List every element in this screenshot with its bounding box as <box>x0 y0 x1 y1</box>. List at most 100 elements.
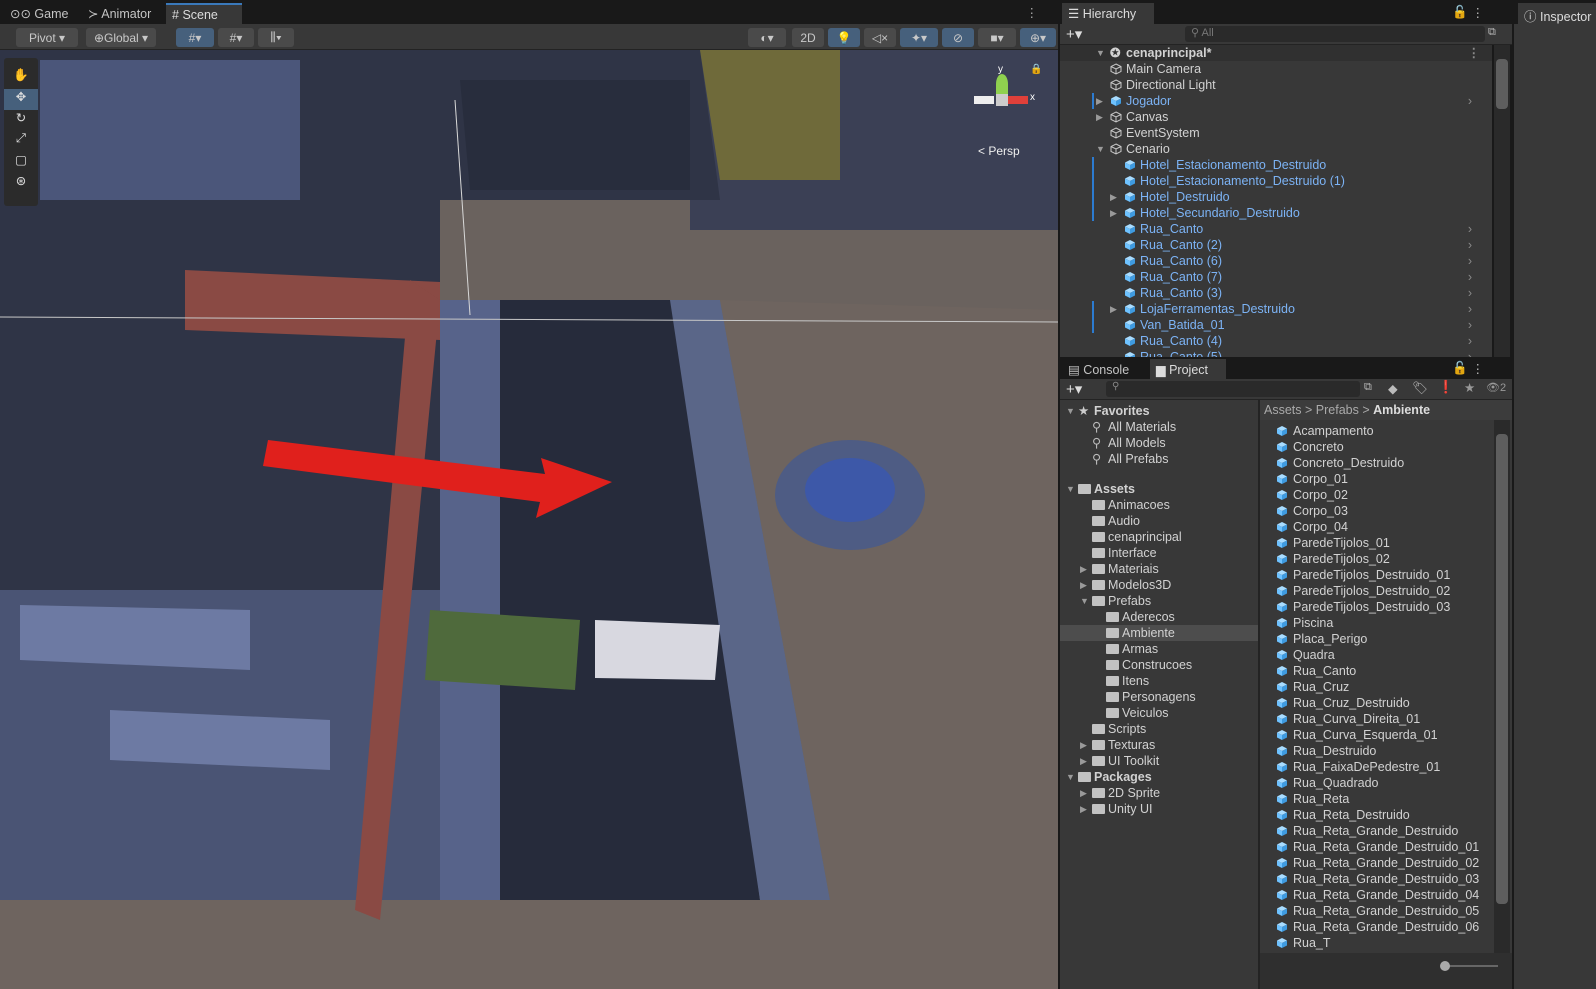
project-tree-item[interactable]: ▶ Texturas <box>1060 737 1258 753</box>
audio-toggle-icon[interactable]: ◁× <box>864 28 896 47</box>
y-axis-cone[interactable] <box>996 74 1008 94</box>
asset-item[interactable]: Acampamento <box>1260 423 1494 439</box>
project-tree-item[interactable]: cenaprincipal <box>1060 529 1258 545</box>
asset-item[interactable]: Rua_Quadrado <box>1260 775 1494 791</box>
project-tree-item[interactable]: ⚲ All Materials <box>1060 419 1258 435</box>
effects-dropdown-icon[interactable]: ✦▾ <box>900 28 938 47</box>
filter-by-label-icon[interactable]: 🏷 <box>1412 381 1428 396</box>
create-asset-button[interactable]: +▾ <box>1066 380 1082 398</box>
hierarchy-item[interactable]: ▶ LojaFerramentas_Destruido › <box>1060 301 1492 317</box>
scale-tool-icon[interactable]: ⤢ <box>4 131 38 152</box>
breadcrumb-prefabs[interactable]: Prefabs <box>1316 403 1359 417</box>
collapse-arrow-icon[interactable]: ▶ <box>1110 301 1117 317</box>
collapse-arrow-icon[interactable]: ▶ <box>1080 785 1087 801</box>
collapse-arrow-icon[interactable]: ▶ <box>1080 577 1087 593</box>
hierarchy-item[interactable]: ▶ Hotel_Secundario_Destruido <box>1060 205 1492 221</box>
breadcrumb-assets[interactable]: Assets <box>1264 403 1302 417</box>
lock-icon[interactable]: 🔒 <box>1030 64 1042 75</box>
asset-item[interactable]: Concreto_Destruido <box>1260 455 1494 471</box>
asset-item[interactable]: Rua_Reta_Grande_Destruido_04 <box>1260 887 1494 903</box>
asset-item[interactable]: Quadra <box>1260 647 1494 663</box>
chevron-right-icon[interactable]: › <box>1468 317 1472 333</box>
asset-item[interactable]: Rua_Reta_Grande_Destruido_05 <box>1260 903 1494 919</box>
asset-item[interactable]: Rua_T <box>1260 935 1494 951</box>
collapse-arrow-icon[interactable]: ▶ <box>1096 93 1103 109</box>
asset-item[interactable]: Rua_Reta_Grande_Destruido_06 <box>1260 919 1494 935</box>
chevron-right-icon[interactable]: › <box>1468 253 1472 269</box>
global-dropdown[interactable]: ⊕ Global ▾ <box>86 28 156 47</box>
asset-item[interactable]: Rua_Reta_Grande_Destruido <box>1260 823 1494 839</box>
asset-item[interactable]: Piscina <box>1260 615 1494 631</box>
project-tree-item[interactable]: Aderecos <box>1060 609 1258 625</box>
asset-item[interactable]: Rua_Cruz_Destruido <box>1260 695 1494 711</box>
hierarchy-item[interactable]: ▼ Cenario <box>1060 141 1492 157</box>
project-tree-item[interactable]: ▶ UI Toolkit <box>1060 753 1258 769</box>
project-tree-item[interactable]: Animacoes <box>1060 497 1258 513</box>
more-menu-icon[interactable]: ⋮ <box>1472 5 1485 20</box>
tab-game[interactable]: ⊙⊙ Game <box>4 3 76 24</box>
hierarchy-scrollbar[interactable] <box>1494 45 1510 357</box>
grid-toggle-button[interactable]: ⫼▾ <box>258 28 294 47</box>
chevron-right-icon[interactable]: › <box>1468 221 1472 237</box>
draw-mode-dropdown[interactable]: ◐▾ <box>748 28 786 47</box>
chevron-right-icon[interactable]: › <box>1468 333 1472 349</box>
more-menu-icon[interactable]: ⋮ <box>1026 5 1039 20</box>
asset-item[interactable]: Rua_FaixaDePedestre_01 <box>1260 759 1494 775</box>
hierarchy-item[interactable]: Rua_Canto › <box>1060 221 1492 237</box>
collapse-arrow-icon[interactable]: ▶ <box>1110 189 1117 205</box>
asset-item[interactable]: Concreto <box>1260 439 1494 455</box>
asset-scrollbar[interactable] <box>1494 420 1510 953</box>
gizmo-center[interactable] <box>996 94 1008 106</box>
collapse-arrow-icon[interactable]: ▶ <box>1080 561 1087 577</box>
project-tree-item[interactable]: Scripts <box>1060 721 1258 737</box>
lighting-toggle-icon[interactable]: 💡 <box>828 28 860 47</box>
asset-item[interactable]: Rua_Reta_Grande_Destruido_03 <box>1260 871 1494 887</box>
project-tree-item[interactable]: ▶ Modelos3D <box>1060 577 1258 593</box>
icon-size-slider-handle[interactable] <box>1440 961 1450 971</box>
project-tree-item[interactable]: ▶ Unity UI <box>1060 801 1258 817</box>
project-tree-item[interactable]: Ambiente <box>1060 625 1258 641</box>
neg-x-cone[interactable] <box>974 96 994 104</box>
asset-item[interactable]: ParedeTijolos_Destruido_01 <box>1260 567 1494 583</box>
collapse-arrow-icon[interactable]: ▶ <box>1096 109 1103 125</box>
expand-arrow-icon[interactable]: ▼ <box>1096 141 1105 157</box>
asset-item[interactable]: Rua_Reta <box>1260 791 1494 807</box>
asset-item[interactable]: Rua_Cruz <box>1260 679 1494 695</box>
chevron-right-icon[interactable]: › <box>1468 237 1472 253</box>
add-object-button[interactable]: +▾ <box>1066 25 1082 43</box>
scene-search-icon[interactable]: ⧉ <box>1488 26 1496 39</box>
orientation-gizmo[interactable]: y x <box>968 64 1038 134</box>
asset-item[interactable]: Rua_Curva_Esquerda_01 <box>1260 727 1494 743</box>
project-tree-item[interactable]: ▼ Packages <box>1060 769 1258 785</box>
icon-size-slider[interactable] <box>1442 965 1498 967</box>
lock-icon[interactable]: 🔓 <box>1452 5 1468 20</box>
projection-toggle[interactable]: < Persp <box>978 144 1020 158</box>
asset-item[interactable]: Rua_Reta_Destruido <box>1260 807 1494 823</box>
rotate-tool-icon[interactable]: ↻ <box>4 110 38 131</box>
asset-item[interactable]: Rua_Curva_Direita_01 <box>1260 711 1494 727</box>
snap-increment-button[interactable]: #▾ <box>218 28 254 47</box>
project-tree-item[interactable]: Interface <box>1060 545 1258 561</box>
favorite-star-icon[interactable]: ★ <box>1464 380 1475 395</box>
project-tree-item[interactable]: Personagens <box>1060 689 1258 705</box>
x-axis-cone[interactable] <box>1008 96 1028 104</box>
chevron-right-icon[interactable]: › <box>1468 349 1472 357</box>
project-tree-item[interactable]: ▼ Prefabs <box>1060 593 1258 609</box>
project-search-input[interactable]: ⚲ <box>1106 381 1360 397</box>
hierarchy-item[interactable]: Van_Batida_01 › <box>1060 317 1492 333</box>
hierarchy-item[interactable]: Hotel_Estacionamento_Destruido <box>1060 157 1492 173</box>
transform-tool-icon[interactable]: ⊛ <box>4 173 38 194</box>
hierarchy-item[interactable]: Rua_Canto (2) › <box>1060 237 1492 253</box>
asset-item[interactable]: ParedeTijolos_02 <box>1260 551 1494 567</box>
project-tree-item[interactable]: Itens <box>1060 673 1258 689</box>
more-menu-icon[interactable]: ⋮ <box>1472 361 1485 376</box>
project-tree-item[interactable]: ⚲ All Prefabs <box>1060 451 1258 467</box>
hierarchy-item[interactable]: Main Camera <box>1060 61 1492 77</box>
hierarchy-item[interactable]: Rua_Canto (3) › <box>1060 285 1492 301</box>
project-tree-item[interactable]: Veiculos <box>1060 705 1258 721</box>
asset-item[interactable]: ParedeTijolos_01 <box>1260 535 1494 551</box>
scene-view[interactable]: ✋ ✥ ↻ ⤢ ▢ ⊛ y x 🔒 < Persp <box>0 50 1058 989</box>
hierarchy-item[interactable]: Rua_Canto (4) › <box>1060 333 1492 349</box>
hierarchy-item[interactable]: Rua_Canto (5) › <box>1060 349 1492 357</box>
asset-item[interactable]: Corpo_03 <box>1260 503 1494 519</box>
